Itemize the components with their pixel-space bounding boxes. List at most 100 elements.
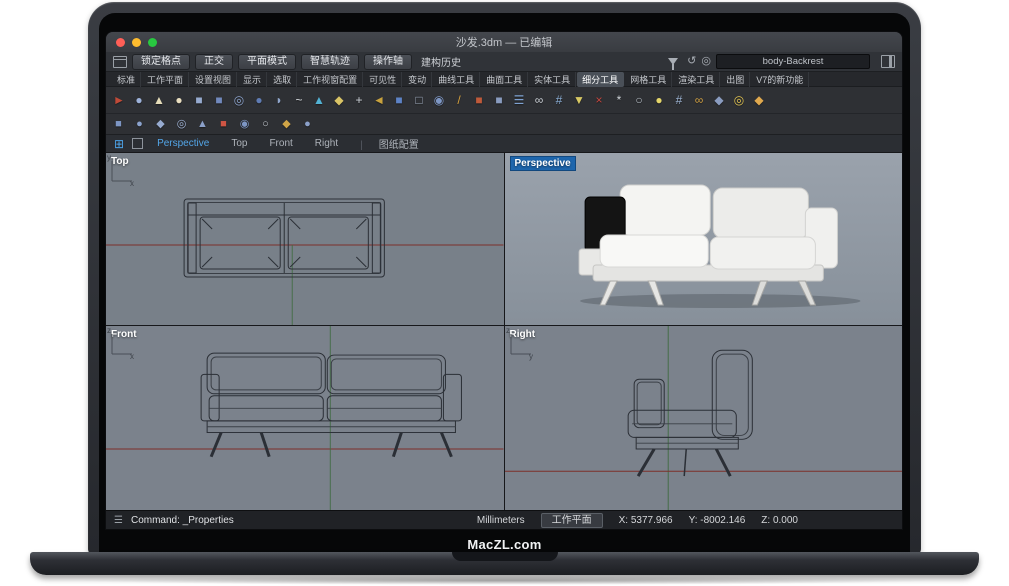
ribbon-tab[interactable]: 曲面工具 (481, 72, 528, 87)
cplane-dropdown[interactable]: 工作平面 (541, 513, 603, 528)
four-pane-icon[interactable]: ⊞ (114, 138, 124, 150)
toolbar-icon-link[interactable]: ∞ (691, 92, 707, 108)
toolbar-icon-mesh[interactable]: # (671, 92, 687, 108)
toolbar-icon-stitch[interactable]: ● (300, 117, 315, 132)
mode-toggle-button[interactable]: 智慧轨迹 (301, 54, 359, 70)
toolbar-icon-mesh-box[interactable]: ■ (491, 92, 507, 108)
toolbar-icon-sphere[interactable]: ● (171, 92, 187, 108)
panel-toggle-icon[interactable] (881, 55, 895, 68)
toolbar-icon-circle-tool[interactable]: ○ (631, 92, 647, 108)
toolbar-icon-sweep[interactable]: ◄ (371, 92, 387, 108)
svg-text:z: z (107, 326, 111, 335)
toolbar-icon-control-points[interactable]: ● (131, 92, 147, 108)
toolbar-icon-delete[interactable]: × (591, 92, 607, 108)
toolbar-icon-subd-box[interactable]: ■ (111, 117, 126, 132)
viewport-tab[interactable]: Perspective (157, 138, 209, 149)
filter-icon[interactable] (668, 58, 678, 65)
toolbar-icon-explode[interactable]: * (611, 92, 627, 108)
ribbon-tab[interactable]: 工作平面 (142, 72, 189, 87)
ribbon-tab[interactable]: 可见性 (364, 72, 402, 87)
viewport-tab[interactable]: Right (315, 138, 338, 149)
record-icon[interactable]: ◎ (701, 56, 711, 67)
toolbar-icon-ellipsoid[interactable]: ● (251, 92, 267, 108)
toolbar-icon-revolve[interactable]: + (351, 92, 367, 108)
toolbar-icon-crease[interactable]: ◆ (279, 117, 294, 132)
toolbar-icon-select[interactable]: ► (111, 92, 127, 108)
laptop-base-shadow (70, 576, 939, 585)
mode-toggle-buttons: 锁定格点正交平面模式智慧轨迹操作轴 (132, 54, 412, 70)
toolbar-icon-torus[interactable]: ◎ (231, 92, 247, 108)
viewport-tab[interactable]: 图纸配置 (360, 136, 419, 151)
ribbon-tab[interactable]: 出图 (721, 72, 750, 87)
toolbar-icon-grid[interactable]: # (551, 92, 567, 108)
toolbar-icon-cylinder[interactable]: ■ (191, 92, 207, 108)
toolbar-icon-solid-box[interactable]: ■ (391, 92, 407, 108)
ribbon-tab[interactable]: 细分工具 (577, 72, 624, 87)
ribbon-tab[interactable]: 网格工具 (625, 72, 672, 87)
toolbar-icon-block[interactable]: ◆ (711, 92, 727, 108)
toolbar-row-1: ►●▲●■■◎●◗~▲◆+◄■□◉/■■☰∞#▼×*○●#∞◆◎◆ (106, 87, 902, 114)
command-line[interactable]: Command: _Properties (131, 515, 234, 526)
viewport-perspective[interactable]: Perspective (505, 153, 903, 325)
status-bar: ☰ Command: _Properties Millimeters 工作平面 … (106, 510, 902, 529)
ribbon-tab[interactable]: 标准 (112, 72, 141, 87)
history-label[interactable]: 建构历史 (421, 54, 461, 69)
ribbon-tab[interactable]: 渲染工具 (673, 72, 720, 87)
toolbar-icon-solid-sphere[interactable]: ◉ (431, 92, 447, 108)
viewport-tabs: Perspective Top Front Right 图纸配置 (157, 136, 419, 151)
toolbar-icon-options[interactable]: ◆ (751, 92, 767, 108)
ribbon-tab[interactable]: 设置视图 (190, 72, 237, 87)
viewport-front[interactable]: Front (106, 326, 504, 510)
toolbar-icon-bridge[interactable]: ◉ (237, 117, 252, 132)
window-title: 沙发.3dm — 已编辑 (106, 34, 902, 50)
single-pane-icon[interactable] (132, 138, 143, 149)
window-icon[interactable] (113, 56, 127, 68)
viewport-perspective-label[interactable]: Perspective (510, 156, 576, 171)
toolbar-icon-analyze[interactable]: ▼ (571, 92, 587, 108)
mode-toggle-button[interactable]: 正交 (195, 54, 233, 70)
svg-text:x: x (130, 179, 134, 188)
toolbar-icon-subd-cylinder[interactable]: ◆ (153, 117, 168, 132)
mode-toggle-button[interactable]: 锁定格点 (132, 54, 190, 70)
toolbar-icon-loft[interactable]: ◆ (331, 92, 347, 108)
toolbar-icon-subd-torus[interactable]: ◎ (174, 117, 189, 132)
mode-toggle-button[interactable]: 平面模式 (238, 54, 296, 70)
undo-icon[interactable]: ↺ (687, 56, 696, 67)
selection-name-field[interactable] (716, 54, 870, 69)
ribbon-tab[interactable]: V7的新功能 (751, 72, 809, 87)
toolbar-icon-subd-delete[interactable]: ■ (216, 117, 231, 132)
viewport-tab[interactable]: Top (231, 138, 247, 149)
toolbar-icon-pipe[interactable]: ◗ (271, 92, 287, 108)
toolbar-icon-box[interactable]: ■ (211, 92, 227, 108)
viewport-right[interactable]: Right (505, 326, 903, 510)
ribbon-tab[interactable]: 显示 (238, 72, 267, 87)
ribbon-tab[interactable]: 实体工具 (529, 72, 576, 87)
toolbar-row-2: ■ ● ◆ ◎ ▲ ■ ◉ ○ ◆ ● (106, 114, 902, 135)
toolbar-icon-world[interactable]: ◎ (731, 92, 747, 108)
toolbar-icon-subd-sphere[interactable]: ● (132, 117, 147, 132)
menu-icon[interactable]: ☰ (114, 515, 123, 526)
ribbon-tab[interactable]: 选取 (268, 72, 297, 87)
toolbar-icon-pencil[interactable]: / (451, 92, 467, 108)
coord-y: Y: -8002.146 (689, 515, 746, 526)
viewport-top[interactable]: Top (106, 153, 504, 325)
viewport-tab[interactable]: Front (269, 138, 292, 149)
units-label[interactable]: Millimeters (477, 515, 525, 526)
svg-text:z: z (506, 326, 510, 335)
toolbar-icon-solid-union[interactable]: □ (411, 92, 427, 108)
ribbon-tab[interactable]: 曲线工具 (433, 72, 480, 87)
toolbar-icon-offset[interactable]: ○ (258, 117, 273, 132)
toolbar-icon-display[interactable]: ∞ (531, 92, 547, 108)
toolbar-icon-cone[interactable]: ▲ (151, 92, 167, 108)
mode-toggle-button[interactable]: 操作轴 (364, 54, 412, 70)
coord-x: X: 5377.966 (619, 515, 673, 526)
toolbar-icon-subd-cone[interactable]: ▲ (195, 117, 210, 132)
toolbar-icon-duck[interactable]: ● (651, 92, 667, 108)
toolbar-icon-paint[interactable]: ■ (471, 92, 487, 108)
ribbon-tab[interactable]: 工作视窗配置 (298, 72, 363, 87)
toolbar-icon-layers[interactable]: ☰ (511, 92, 527, 108)
svg-text:y: y (529, 352, 533, 361)
ribbon-tab[interactable]: 变动 (403, 72, 432, 87)
toolbar-icon-extrude[interactable]: ▲ (311, 92, 327, 108)
toolbar-icon-curve[interactable]: ~ (291, 92, 307, 108)
